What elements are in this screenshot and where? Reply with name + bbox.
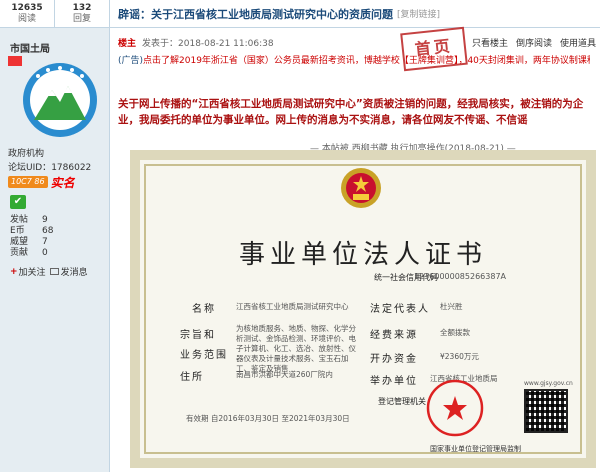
field-legal-rep-label: 法定代表人 xyxy=(370,304,430,315)
certificate-image: 事业单位法人证书 统一社会信用代码 12360000085266387A 名称 … xyxy=(130,150,596,468)
field-purpose-label: 宗旨和 xyxy=(180,330,216,341)
field-purpose-value: 为核地质服务、地质、物探、化学分析测试、金饰品检测、环境评价、电子计算机、化工、… xyxy=(236,324,356,373)
author-name[interactable]: 市国土局 xyxy=(10,40,50,55)
verified-check-icon: ✔ xyxy=(10,195,26,209)
message-button[interactable]: 发消息 xyxy=(49,265,88,278)
thread-stats: 12635 阅读 132 回复 xyxy=(0,0,109,28)
user-actions: + 加关注 发消息 xyxy=(10,265,88,279)
owner-tag: 楼主 xyxy=(118,39,137,49)
field-scope-label: 业务范围 xyxy=(180,350,228,361)
issuer-footnote: 国家事业单位登记管理局监制 xyxy=(430,445,521,453)
only-author-link[interactable]: 只看楼主 xyxy=(472,36,508,49)
registrar-label: 登记管理机关 xyxy=(378,397,426,406)
post-action-links: 只看楼主 倒序阅读 使用道具 xyxy=(472,36,596,49)
plus-icon: + xyxy=(10,266,18,277)
post-meta: 楼主 发表于：2018-08-21 11:06:38 只看楼主 倒序阅读 使用道… xyxy=(118,36,596,49)
field-name-label: 名称 xyxy=(192,304,216,315)
follow-button[interactable]: + 加关注 xyxy=(10,265,46,279)
avatar[interactable] xyxy=(8,56,102,138)
user-uid: 论坛UID：1786022 xyxy=(8,163,92,173)
real-name-badge: 10C7 86 实名 xyxy=(8,175,90,190)
certificate-title: 事业单位法人证书 xyxy=(238,240,487,270)
post-title-bar: 辟谣：关于江西省核工业地质局测试研究中心的资质问题 [复制链接] xyxy=(110,0,600,28)
field-name-value: 江西省核工业地质局测试研究中心 xyxy=(236,302,349,311)
user-sidebar: 12635 阅读 132 回复 市国土局 政府机构 论坛UID：1786022 … xyxy=(0,0,110,472)
contribution-count: 贡献 0 xyxy=(10,248,48,258)
national-emblem-icon xyxy=(341,168,381,208)
post-time: 发表于：2018-08-21 11:06:38 xyxy=(142,39,274,49)
badge-tag xyxy=(8,56,22,66)
ad-banner[interactable]: (广告)点击了解2019年浙江省（国家）公务员最新招考资讯，博越学校【王牌集训营… xyxy=(118,53,590,66)
credit-code-value: 12360000085266387A xyxy=(414,272,506,281)
post-title: 辟谣：关于江西省核工业地质局测试研究中心的资质问题 xyxy=(118,7,393,21)
validity-period: 有效期 自2016年03月30日 至2021年03月30日 xyxy=(186,414,350,423)
field-capital-value: ¥2360万元 xyxy=(440,352,479,361)
prestige-count: 威望 7 xyxy=(10,237,48,247)
field-sponsor-label: 举办单位 xyxy=(370,376,418,387)
use-item-link[interactable]: 使用道具 xyxy=(560,36,596,49)
field-address-value: 南昌市洪都中大道260厂院内 xyxy=(236,370,333,379)
envelope-icon xyxy=(49,268,59,275)
field-legal-rep-value: 杜兴胜 xyxy=(440,302,463,311)
field-address-label: 住所 xyxy=(180,372,204,383)
read-count: 12635 阅读 xyxy=(11,3,43,24)
reverse-order-link[interactable]: 倒序阅读 xyxy=(516,36,552,49)
field-funding-label: 经费来源 xyxy=(370,330,418,341)
official-seal-icon xyxy=(426,379,484,437)
field-funding-value: 全额拨款 xyxy=(440,328,470,337)
user-group: 政府机构 xyxy=(8,149,45,159)
copy-link-button[interactable]: [复制链接] xyxy=(397,7,440,20)
post-count: 发帖 9 xyxy=(10,215,48,225)
reply-count: 132 回复 xyxy=(54,0,109,27)
qr-site-text: www.gjsy.gov.cn xyxy=(524,380,573,387)
field-capital-label: 开办资金 xyxy=(370,354,418,365)
qr-code-icon xyxy=(524,389,568,433)
post-content: 关于网上传播的“江西省核工业地质局测试研究中心”资质被注销的问题，经我局核实，被… xyxy=(118,98,584,126)
coin-count: E币 68 xyxy=(10,226,54,236)
user-stat-list: 发帖 9 E币 68 威望 7 贡献 0 xyxy=(10,215,90,259)
